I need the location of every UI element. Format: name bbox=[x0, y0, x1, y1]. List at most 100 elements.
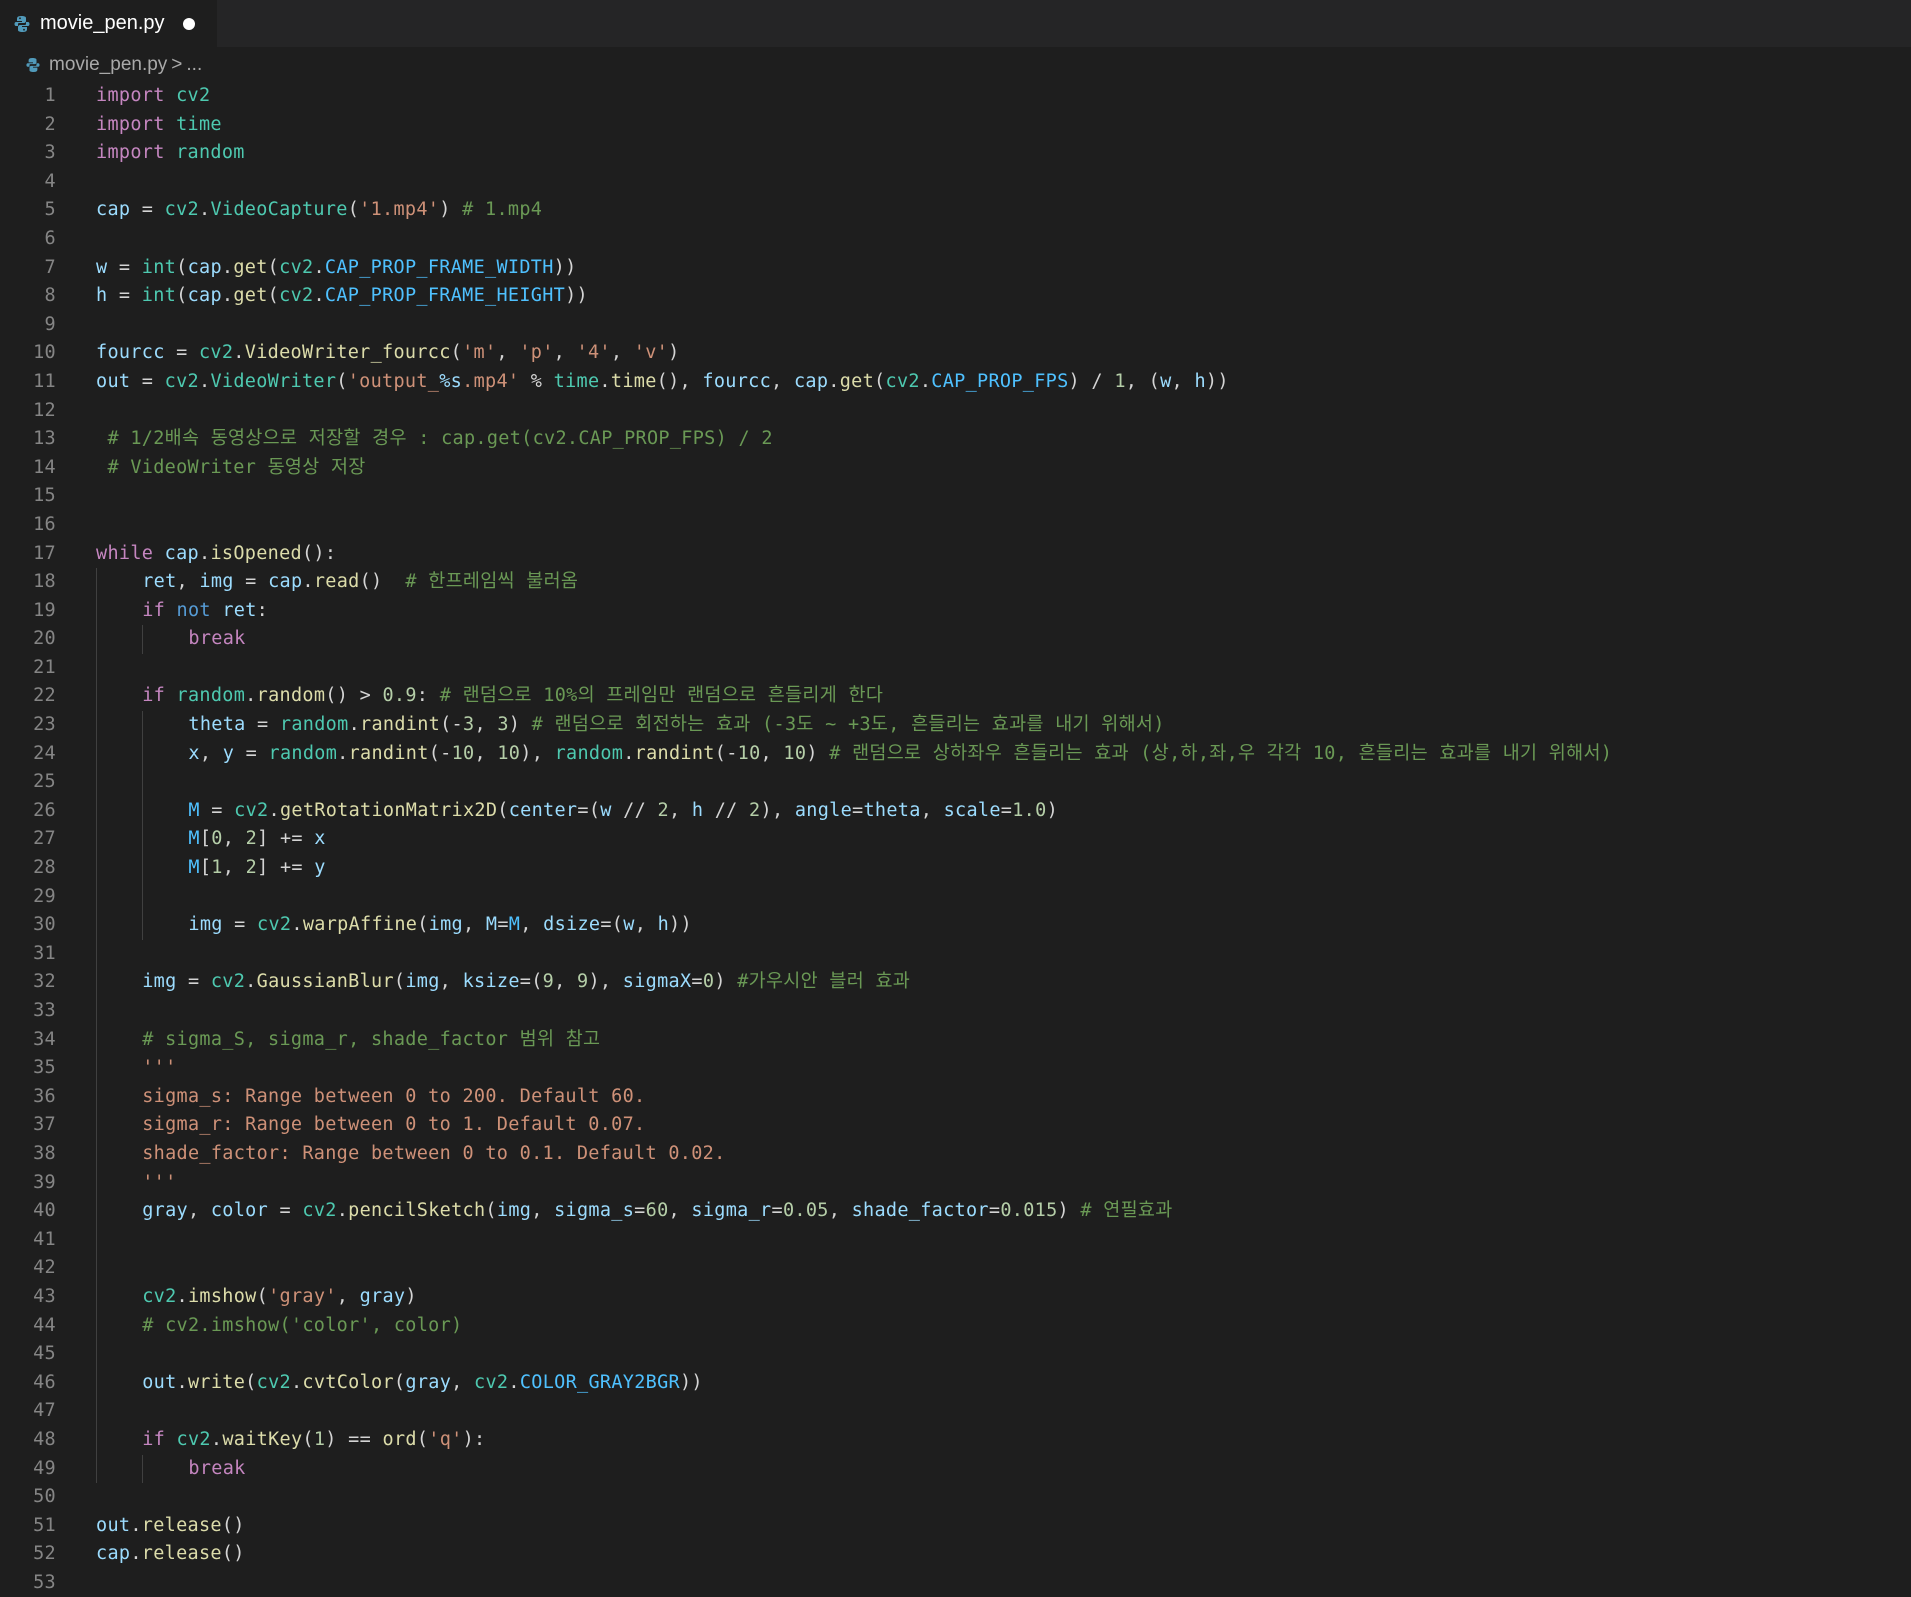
code-token: cv2 bbox=[279, 256, 314, 278]
code-line[interactable]: 6 bbox=[0, 225, 1911, 254]
code-line[interactable]: 14 # VideoWriter 동영상 저장 bbox=[0, 454, 1911, 483]
code-token: % bbox=[519, 370, 554, 392]
code-text: cap = cv2.VideoCapture('1.mp4') # 1.mp4 bbox=[56, 196, 542, 225]
code-token: = bbox=[176, 971, 211, 993]
code-line[interactable]: 52 cap.release() bbox=[0, 1540, 1911, 1569]
code-line[interactable]: 12 bbox=[0, 397, 1911, 426]
code-line[interactable]: 23 theta = random.randint(-3, 3) # 랜덤으로 회… bbox=[0, 711, 1911, 740]
code-line[interactable]: 16 bbox=[0, 511, 1911, 540]
code-line[interactable]: 1 import cv2 bbox=[0, 82, 1911, 111]
code-token: waitKey bbox=[222, 1428, 303, 1450]
code-token: theta bbox=[863, 799, 921, 821]
code-token: ( bbox=[417, 914, 429, 936]
code-text: h = int(cap.get(cv2.CAP_PROP_FRAME_HEIGH… bbox=[56, 282, 588, 311]
code-line[interactable]: 11 out = cv2.VideoWriter('output_%s.mp4' … bbox=[0, 368, 1911, 397]
code-line[interactable]: 51 out.release() bbox=[0, 1512, 1911, 1541]
code-token: cv2 bbox=[164, 199, 199, 221]
code-line[interactable]: 15 bbox=[0, 482, 1911, 511]
code-line[interactable]: 24 x, y = random.randint(-10, 10), random… bbox=[0, 739, 1911, 769]
line-number: 30 bbox=[33, 914, 56, 936]
code-token: ( bbox=[874, 370, 886, 392]
code-line[interactable]: 21 bbox=[0, 653, 1911, 683]
code-token: CAP_PROP_FRAME_WIDTH bbox=[324, 256, 554, 278]
code-line[interactable]: 46 out.write(cv2.cvtColor(gray, cv2.COLOR… bbox=[0, 1368, 1911, 1398]
code-line[interactable]: 43 cv2.imshow('gray', gray) bbox=[0, 1282, 1911, 1312]
code-token: while bbox=[96, 542, 154, 564]
line-number: 33 bbox=[33, 1000, 56, 1021]
code-line[interactable]: 47 bbox=[0, 1397, 1911, 1426]
code-line[interactable]: 26 M = cv2.getRotationMatrix2D(center=(w … bbox=[0, 796, 1911, 826]
tab-movie-pen[interactable]: movie_pen.py bbox=[0, 0, 217, 47]
code-token: randint bbox=[360, 714, 441, 736]
code-token: cv2 bbox=[885, 370, 920, 392]
code-token: get bbox=[233, 285, 268, 307]
code-token: img bbox=[142, 971, 177, 993]
code-token: random bbox=[176, 142, 245, 164]
code-token: scale bbox=[943, 799, 1001, 821]
code-text: sigma_s: Range between 0 to 200. Default… bbox=[56, 1082, 645, 1112]
code-line[interactable]: 33 bbox=[0, 997, 1911, 1026]
code-line[interactable]: 28 M[1, 2] += y bbox=[0, 854, 1911, 883]
code-line[interactable]: 44 # cv2.imshow('color', color) bbox=[0, 1311, 1911, 1341]
unsaved-dot-icon[interactable] bbox=[182, 17, 195, 30]
code-line[interactable]: 2 import time bbox=[0, 111, 1911, 140]
code-token: , bbox=[610, 342, 634, 364]
code-line[interactable]: 7w = int(cap.get(cv2.CAP_PROP_FRAME_WIDT… bbox=[0, 254, 1911, 283]
code-token: . bbox=[198, 370, 211, 392]
code-line[interactable]: 3 import random bbox=[0, 139, 1911, 168]
code-line[interactable]: 34 # sigma_S, sigma_r, shade_factor 범위 참고 bbox=[0, 1025, 1911, 1055]
code-line[interactable]: 22 if random.random() > 0.9: # 랜덤으로 10%의 … bbox=[0, 682, 1911, 712]
code-line[interactable]: 37 sigma_r: Range between 0 to 1. Default… bbox=[0, 1111, 1911, 1140]
code-line[interactable]: 40 gray, color = cv2.pencilSketch(img, si… bbox=[0, 1197, 1911, 1226]
code-token: 0.015 bbox=[1000, 1200, 1058, 1222]
code-line[interactable]: 4 bbox=[0, 168, 1911, 197]
python-file-icon bbox=[26, 57, 40, 73]
code-line[interactable]: 53 bbox=[0, 1569, 1911, 1597]
code-token: time bbox=[553, 370, 600, 392]
code-token: random bbox=[176, 685, 246, 707]
line-number: 13 bbox=[33, 428, 56, 450]
code-line[interactable]: 39 ''' bbox=[0, 1168, 1911, 1198]
code-token: . bbox=[508, 1371, 520, 1393]
code-line[interactable]: 30 img = cv2.warpAffine(img, M=M, dsize=(… bbox=[0, 911, 1911, 940]
code-token: out bbox=[96, 370, 131, 392]
code-line[interactable]: 18 ret, img = cap.read() # 한프레임씩 불러옴 bbox=[0, 568, 1911, 597]
line-number: 47 bbox=[33, 1400, 56, 1422]
code-line[interactable]: 36 sigma_s: Range between 0 to 200. Defau… bbox=[0, 1082, 1911, 1112]
code-token: . bbox=[221, 256, 234, 278]
code-line[interactable]: 9 bbox=[0, 311, 1911, 340]
code-token: 10 bbox=[783, 742, 807, 764]
code-line[interactable]: 29 bbox=[0, 882, 1911, 912]
code-token: VideoCapture bbox=[210, 199, 348, 221]
code-line[interactable]: 32 img = cv2.GaussianBlur(img, ksize=(9, … bbox=[0, 968, 1911, 997]
breadcrumb-file[interactable]: movie_pen.py bbox=[49, 54, 167, 76]
code-line[interactable]: 10 fourcc = cv2.VideoWriter_fourcc('m', '… bbox=[0, 339, 1911, 368]
code-line[interactable]: 38 shade_factor: Range between 0 to 0.1. … bbox=[0, 1139, 1911, 1169]
indent-guide bbox=[96, 739, 97, 769]
breadcrumb-more[interactable]: ... bbox=[186, 54, 202, 76]
code-line[interactable]: 35 ''' bbox=[0, 1054, 1911, 1083]
code-line[interactable]: 27 M[0, 2] += x bbox=[0, 825, 1911, 855]
code-line[interactable]: 31 bbox=[0, 939, 1911, 969]
code-token: not bbox=[176, 599, 211, 621]
indent-guide bbox=[96, 911, 97, 940]
code-line[interactable]: 17 while cap.isOpened(): bbox=[0, 540, 1911, 569]
code-line[interactable]: 45 bbox=[0, 1340, 1911, 1369]
code-line[interactable]: 20 break bbox=[0, 625, 1911, 654]
code-line[interactable]: 42 bbox=[0, 1254, 1911, 1283]
code-line[interactable]: 41 bbox=[0, 1225, 1911, 1255]
code-line[interactable]: 48 if cv2.waitKey(1) == ord('q'): bbox=[0, 1425, 1911, 1455]
code-line[interactable]: 50 bbox=[0, 1483, 1911, 1512]
code-line[interactable]: 19 if not ret: bbox=[0, 596, 1911, 626]
code-line[interactable]: 13 # 1/2배속 동영상으로 저장할 경우 : cap.get(cv2.CA… bbox=[0, 425, 1911, 454]
code-line[interactable]: 5 cap = cv2.VideoCapture('1.mp4') # 1.mp4 bbox=[0, 196, 1911, 225]
code-editor[interactable]: 1 import cv2 2 import time 3 import random 4 5 c… bbox=[0, 82, 1911, 1597]
code-token: . bbox=[313, 256, 325, 278]
code-line[interactable]: 8h = int(cap.get(cv2.CAP_PROP_FRAME_HEIG… bbox=[0, 282, 1911, 311]
code-line[interactable]: 49 break bbox=[0, 1454, 1911, 1484]
code-token: ), bbox=[760, 799, 795, 821]
code-token: cv2 bbox=[279, 285, 314, 307]
code-line[interactable]: 25 bbox=[0, 768, 1911, 797]
line-number: 27 bbox=[33, 828, 56, 850]
code-text bbox=[56, 768, 188, 797]
